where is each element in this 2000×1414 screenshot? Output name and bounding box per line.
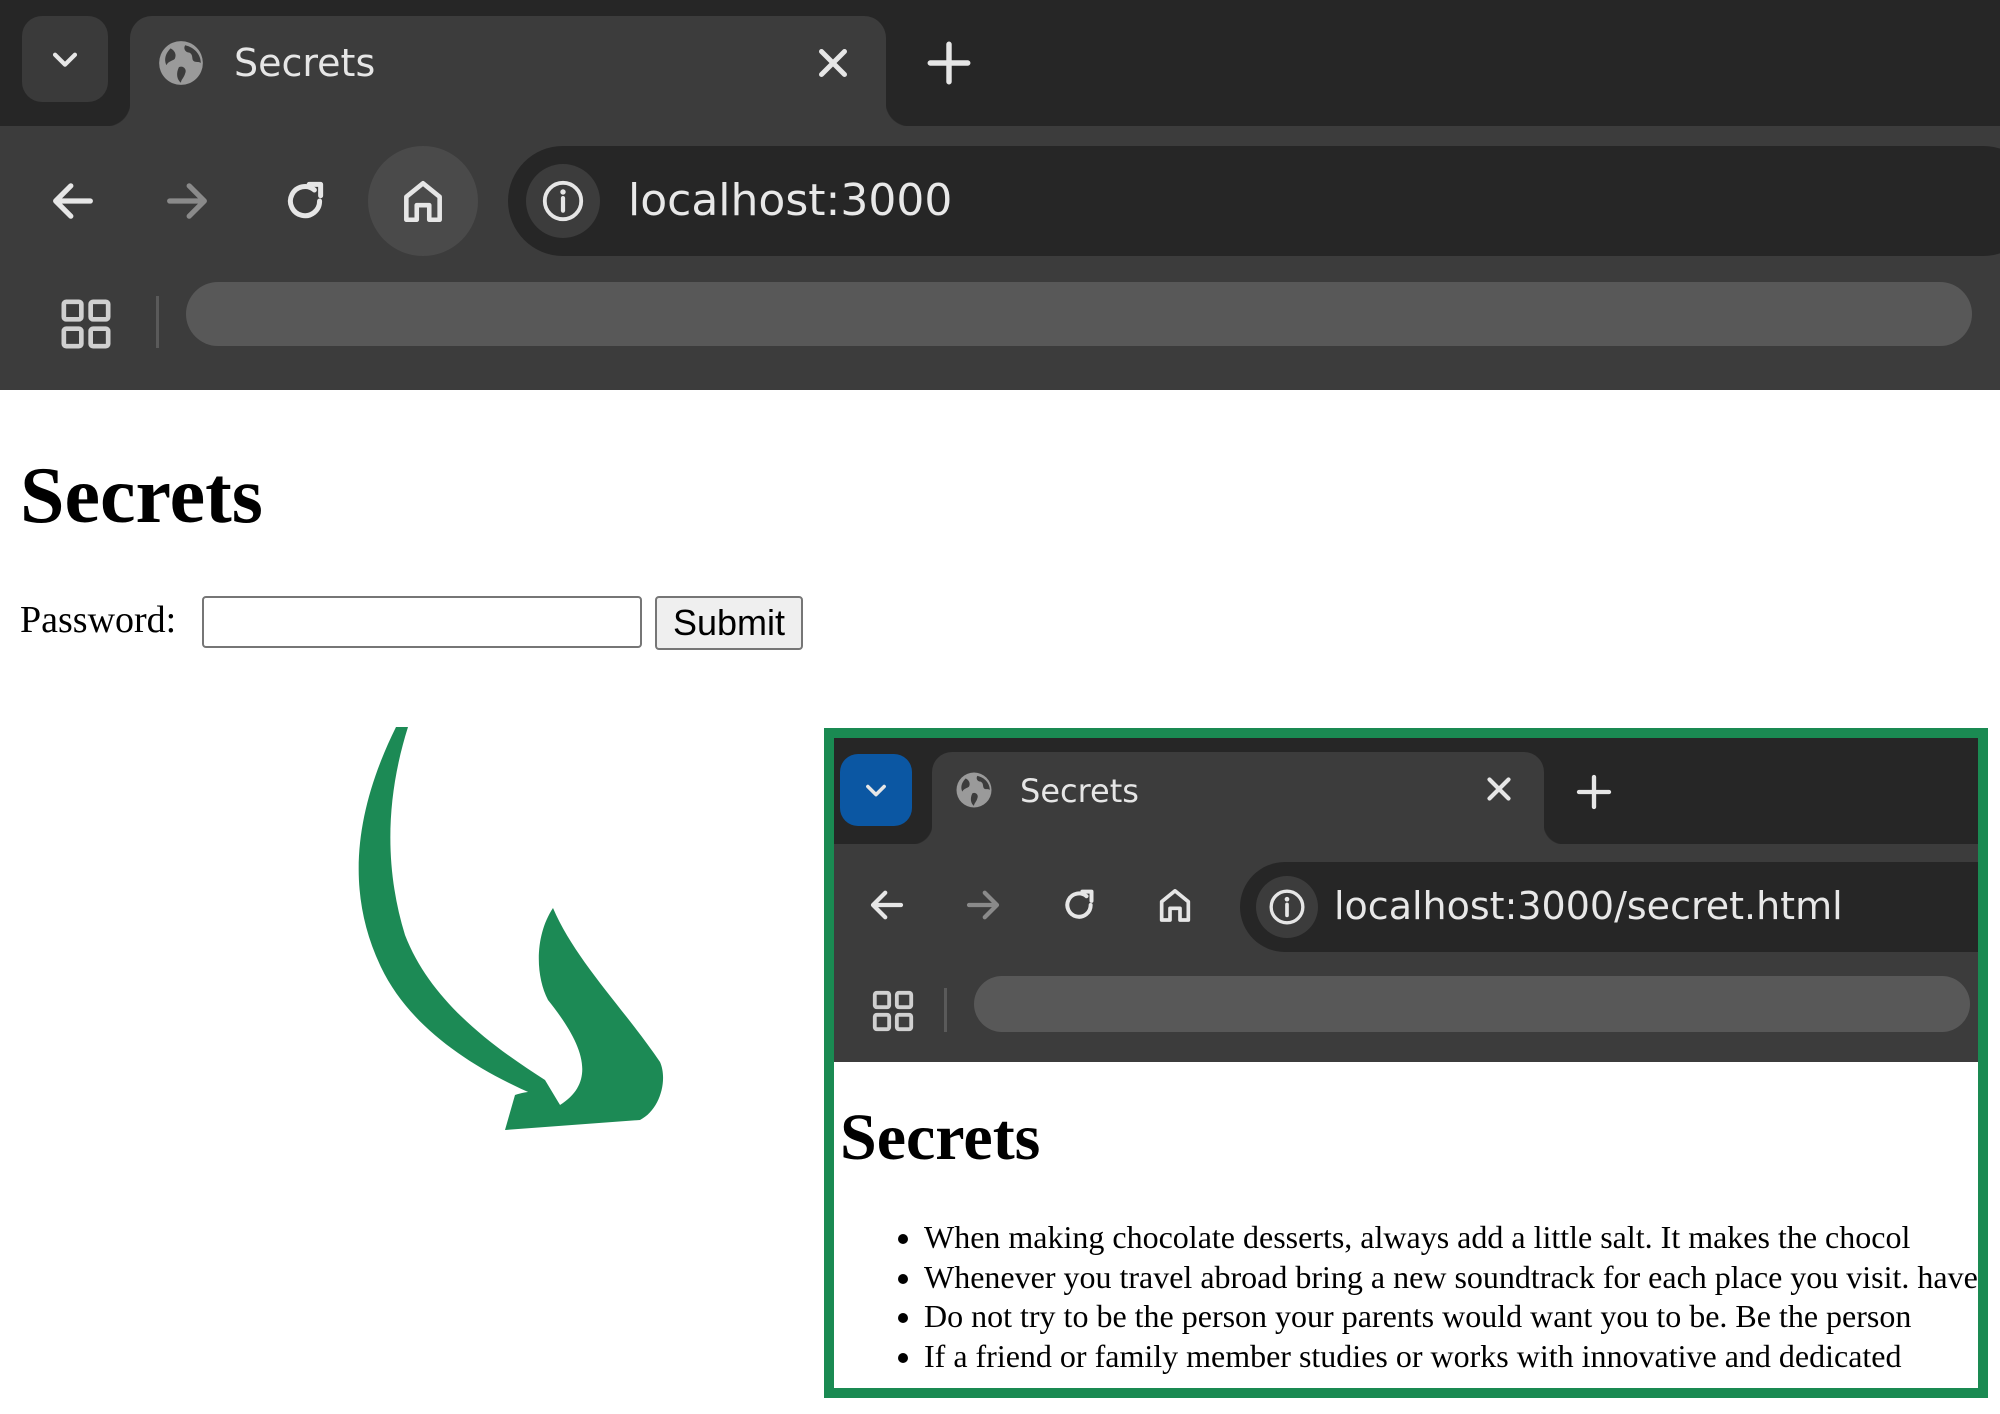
reload-icon bbox=[287, 181, 324, 219]
globe-icon bbox=[159, 41, 203, 85]
address-url[interactable]: localhost:3000 bbox=[628, 172, 952, 230]
site-info-button[interactable] bbox=[526, 164, 600, 238]
inset-page-title: Secrets bbox=[840, 1101, 1041, 1174]
password-input[interactable] bbox=[202, 596, 642, 648]
inset-browser-chrome: Secrets localhost:3000/secret.html bbox=[834, 738, 1978, 1062]
submit-button[interactable]: Submit bbox=[655, 596, 803, 650]
secret-page-screenshot: Secrets localhost:3000/secret.html Secre… bbox=[824, 728, 1988, 1398]
navigation-toolbar: localhost:3000 bbox=[0, 126, 2000, 276]
inset-tab-title: Secrets bbox=[1020, 772, 1139, 810]
home-icon bbox=[404, 181, 442, 223]
bookmarks-bar bbox=[0, 276, 2000, 390]
password-label: Password: bbox=[20, 599, 177, 641]
plus-icon[interactable] bbox=[1574, 772, 1614, 812]
info-icon bbox=[1269, 889, 1305, 925]
inset-reload-button[interactable] bbox=[1036, 862, 1122, 948]
inset-home-button[interactable] bbox=[1132, 862, 1218, 948]
inset-navigation-toolbar: localhost:3000/secret.html bbox=[834, 844, 1978, 966]
forward-button[interactable] bbox=[132, 146, 242, 256]
inset-address-bar[interactable]: localhost:3000/secret.html bbox=[1240, 862, 1978, 952]
reload-icon bbox=[1065, 889, 1094, 919]
inset-back-button[interactable] bbox=[844, 862, 930, 948]
home-icon bbox=[1159, 889, 1191, 922]
back-arrow-icon bbox=[870, 890, 904, 920]
globe-icon bbox=[956, 772, 992, 808]
list-item: If a friend or family member studies or … bbox=[924, 1337, 1978, 1377]
inset-site-info-button[interactable] bbox=[1256, 876, 1318, 938]
tab-title: Secrets bbox=[234, 41, 376, 85]
list-item: Whenever you travel abroad bring a new s… bbox=[924, 1258, 1978, 1298]
forward-arrow-icon bbox=[167, 183, 207, 219]
chevron-down-icon bbox=[52, 52, 78, 67]
curved-arrow-icon bbox=[358, 727, 664, 1130]
inset-forward-button[interactable] bbox=[940, 862, 1026, 948]
list-item: When making chocolate desserts, always a… bbox=[924, 1218, 1978, 1258]
list-item: Do not try to be the person your parents… bbox=[924, 1297, 1978, 1337]
plus-icon[interactable] bbox=[924, 38, 974, 88]
page-title: Secrets bbox=[20, 452, 263, 540]
inset-tab-secrets[interactable]: Secrets bbox=[912, 752, 1564, 844]
inset-bookmarks-separator bbox=[944, 988, 947, 1032]
inset-bookmarks-placeholder bbox=[974, 976, 1970, 1032]
browser-chrome: Secrets localhost:3000 bbox=[0, 0, 2000, 390]
inset-tab-strip: Secrets bbox=[834, 738, 1978, 844]
back-button[interactable] bbox=[18, 146, 128, 256]
apps-grid-icon[interactable] bbox=[870, 988, 916, 1034]
chevron-down-icon bbox=[866, 784, 886, 797]
bookmarks-placeholder bbox=[186, 282, 1972, 346]
close-icon[interactable] bbox=[810, 40, 856, 86]
inset-tab-search-button[interactable] bbox=[840, 754, 912, 826]
close-icon[interactable] bbox=[1480, 770, 1518, 808]
inset-address-url[interactable]: localhost:3000/secret.html bbox=[1334, 880, 1843, 932]
apps-grid-icon[interactable] bbox=[58, 296, 114, 352]
reload-button[interactable] bbox=[250, 146, 360, 256]
forward-arrow-icon bbox=[966, 890, 1000, 920]
address-bar[interactable]: localhost:3000 bbox=[508, 146, 2000, 256]
inset-bookmarks-bar bbox=[834, 966, 1978, 1062]
secrets-list: When making chocolate desserts, always a… bbox=[882, 1218, 1978, 1377]
tab-strip: Secrets bbox=[0, 0, 2000, 126]
tab-search-button[interactable] bbox=[22, 16, 108, 102]
back-arrow-icon bbox=[53, 183, 93, 219]
bookmarks-separator bbox=[156, 296, 159, 348]
home-button[interactable] bbox=[368, 146, 478, 256]
tab-secrets[interactable]: Secrets bbox=[106, 16, 910, 126]
info-icon bbox=[542, 180, 584, 222]
